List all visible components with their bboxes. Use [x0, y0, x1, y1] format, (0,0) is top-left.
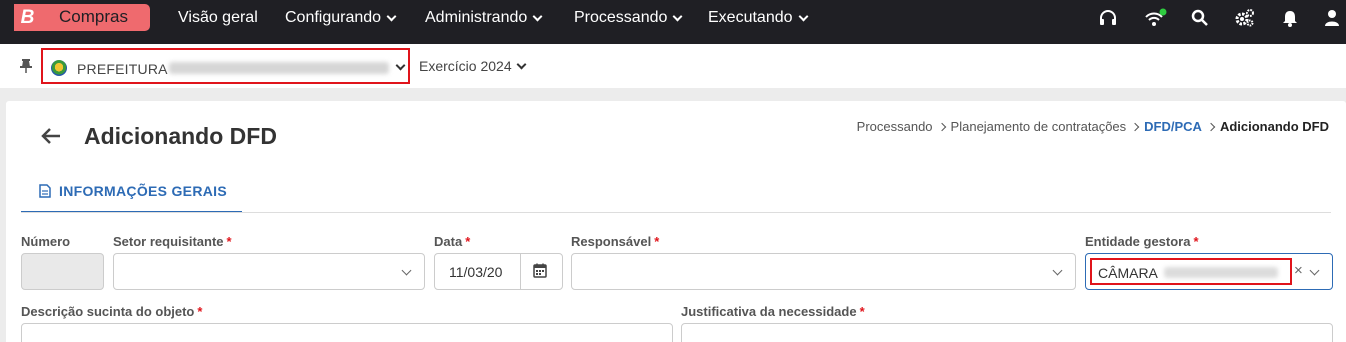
- chevron-down-icon: [401, 265, 412, 276]
- tab-label: INFORMAÇÕES GERAIS: [59, 183, 227, 199]
- label-text: Entidade gestora: [1085, 234, 1191, 249]
- nav-label: Processando: [574, 9, 668, 26]
- breadcrumb: Processando Planejamento de contratações…: [857, 119, 1329, 134]
- setor-label: Setor requisitante *: [113, 234, 232, 249]
- required-mark: *: [465, 234, 471, 249]
- brand-letter: B: [14, 4, 41, 31]
- entidade-value: CÂMARA: [1098, 265, 1158, 281]
- required-mark: *: [654, 234, 660, 249]
- exercise-label: Exercício 2024: [419, 58, 512, 74]
- pin-icon[interactable]: [19, 58, 33, 74]
- chevron-right-icon: [937, 122, 946, 131]
- app-logo[interactable]: B Compras: [14, 4, 150, 31]
- headset-icon[interactable]: [1098, 8, 1118, 28]
- calendar-icon[interactable]: [533, 263, 547, 278]
- date-field[interactable]: 11/03/20: [434, 253, 563, 290]
- label-text: Descrição sucinta do objeto: [21, 304, 195, 319]
- user-icon[interactable]: [1322, 8, 1342, 28]
- chevron-down-icon: [798, 11, 808, 21]
- search-icon[interactable]: [1190, 8, 1210, 28]
- entidade-label: Entidade gestora *: [1085, 234, 1199, 249]
- page-title: Adicionando DFD: [84, 123, 277, 149]
- justificativa-textarea[interactable]: [681, 323, 1333, 342]
- label-text: Setor requisitante: [113, 234, 224, 249]
- responsavel-label: Responsável *: [571, 234, 659, 249]
- nav-configurando[interactable]: Configurando: [285, 9, 397, 27]
- nav-executando[interactable]: Executando: [708, 9, 808, 27]
- chevron-down-icon: [516, 59, 527, 69]
- gears-icon[interactable]: [1234, 8, 1256, 28]
- chevron-down-icon: [1052, 265, 1063, 276]
- breadcrumb-current: Adicionando DFD: [1219, 119, 1329, 134]
- chevron-down-icon: [672, 11, 683, 21]
- chevron-down-icon: [386, 11, 397, 21]
- required-mark: *: [226, 234, 232, 249]
- label-text: Justificativa da necessidade: [681, 304, 857, 319]
- document-icon: [39, 184, 51, 198]
- chevron-down-icon: [395, 60, 406, 71]
- setor-select[interactable]: [113, 253, 425, 290]
- chevron-right-icon: [1130, 122, 1140, 131]
- context-bar: PREFEITURA Exercício 2024: [0, 44, 1346, 88]
- nav-processando[interactable]: Processando: [574, 9, 683, 27]
- required-mark: *: [859, 304, 865, 319]
- back-arrow-icon[interactable]: [40, 127, 62, 145]
- clear-icon[interactable]: ×: [1294, 262, 1303, 279]
- breadcrumb-planejamento[interactable]: Planejamento de contratações: [951, 119, 1127, 134]
- nav-label: Executando: [708, 9, 793, 26]
- nav-label: Administrando: [425, 9, 528, 26]
- redacted-text: [169, 62, 389, 74]
- nav-visao-geral[interactable]: Visão geral: [178, 9, 258, 27]
- descricao-label: Descrição sucinta do objeto *: [21, 304, 202, 319]
- required-mark: *: [1193, 234, 1199, 249]
- nav-label: Visão geral: [178, 9, 258, 26]
- label-text: Número: [21, 234, 71, 249]
- responsavel-select[interactable]: [571, 253, 1076, 290]
- top-navbar: B Compras Visão geral Configurando Admin…: [0, 0, 1346, 44]
- numero-label: Número: [21, 234, 70, 249]
- chevron-down-icon: [532, 11, 543, 21]
- nav-administrando[interactable]: Administrando: [425, 9, 543, 27]
- entidade-highlight: CÂMARA: [1090, 258, 1292, 285]
- chevron-down-icon[interactable]: [1309, 265, 1320, 276]
- date-value[interactable]: 11/03/20: [449, 264, 502, 280]
- wifi-icon[interactable]: [1144, 8, 1168, 28]
- tab-informacoes-gerais[interactable]: INFORMAÇÕES GERAIS: [21, 171, 242, 213]
- justificativa-label: Justificativa da necessidade *: [681, 304, 865, 319]
- bell-icon[interactable]: [1280, 8, 1300, 28]
- breadcrumb-processando[interactable]: Processando: [857, 119, 933, 134]
- required-mark: *: [197, 304, 203, 319]
- entity-label: PREFEITURA: [77, 61, 168, 77]
- entidade-select[interactable]: CÂMARA ×: [1085, 253, 1333, 290]
- online-status-dot: [1159, 8, 1167, 16]
- descricao-textarea[interactable]: [21, 323, 673, 342]
- breadcrumb-dfd-pca[interactable]: DFD/PCA: [1144, 119, 1202, 134]
- entity-selector[interactable]: PREFEITURA: [41, 48, 410, 84]
- label-text: Data: [434, 234, 463, 249]
- exercise-selector[interactable]: Exercício 2024: [419, 58, 527, 74]
- crest-icon: [51, 60, 67, 76]
- data-label: Data *: [434, 234, 470, 249]
- main-card: Adicionando DFD Processando Planejamento…: [6, 101, 1346, 342]
- nav-label: Configurando: [285, 9, 382, 26]
- numero-field: [21, 253, 104, 290]
- divider: [520, 254, 521, 289]
- tab-divider: [21, 212, 1331, 213]
- redacted-text: [1164, 267, 1278, 278]
- label-text: Responsável: [571, 234, 652, 249]
- brand-name: Compras: [59, 7, 128, 26]
- chevron-right-icon: [1206, 122, 1216, 131]
